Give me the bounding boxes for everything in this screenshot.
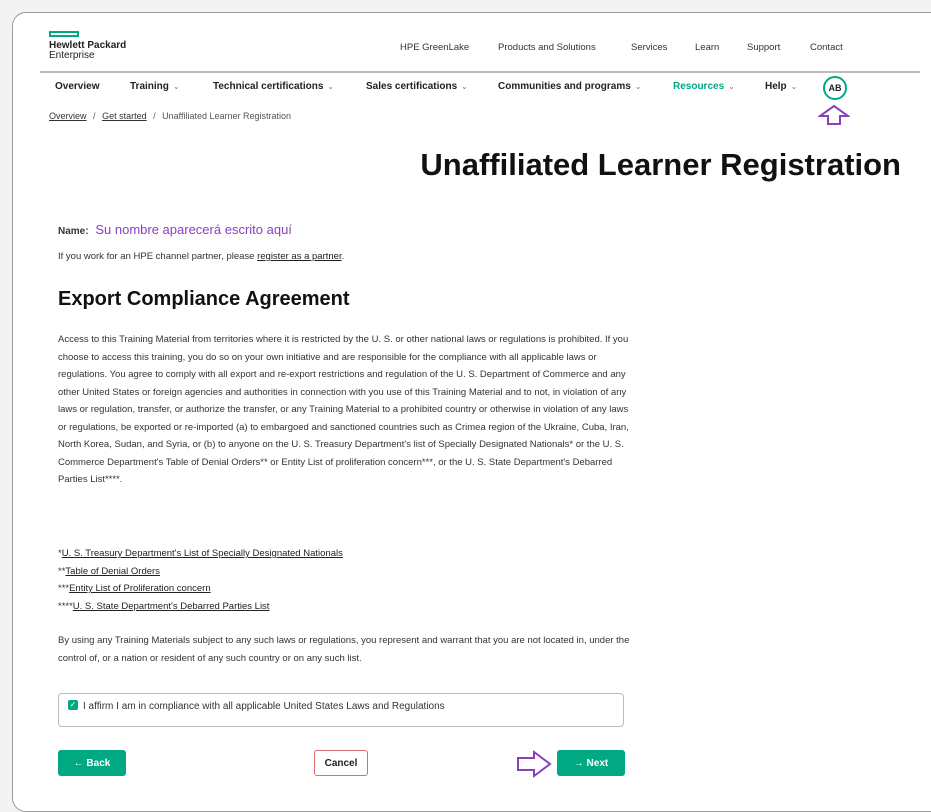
partner-note: If you work for an HPE channel partner, … [58,251,345,262]
link-denial-orders[interactable]: Table of Denial Orders [65,566,160,577]
section-title: Export Compliance Agreement [58,288,350,310]
compliance-paragraph: Access to this Training Material from te… [58,334,629,485]
chevron-down-icon: ⌄ [172,82,180,91]
hpe-logo-mark[interactable] [49,31,79,37]
nav-resources[interactable]: Resources ⌄ [673,81,735,92]
top-link-services[interactable]: Services [631,42,667,53]
breadcrumb: Overview / Get started / Unaffiliated Le… [49,111,292,121]
register-partner-link[interactable]: register as a partner [257,251,342,262]
annotation-right-arrow-icon [517,750,552,778]
cancel-button[interactable]: Cancel [314,750,368,776]
affirm-label[interactable]: I affirm I am in compliance with all app… [83,701,445,712]
chevron-down-icon: ⌄ [461,82,468,91]
annotation-up-arrow-icon [818,104,850,125]
back-button[interactable]: ← Back [58,750,126,776]
chevron-down-icon: ⌄ [790,82,798,91]
user-avatar[interactable]: AB [823,76,847,100]
chevron-down-icon: ⌄ [634,82,642,91]
nav-sales-certifications[interactable]: Sales certifications ⌄ [366,81,468,92]
top-link-products[interactable]: Products and Solutions [498,42,596,53]
logo-line2: Enterprise [49,50,95,61]
link-sdn-list[interactable]: U. S. Treasury Department's List of Spec… [62,548,343,559]
top-link-support[interactable]: Support [747,42,780,53]
top-link-contact[interactable]: Contact [810,42,843,53]
nav-communities-programs[interactable]: Communities and programs ⌄ [498,81,642,92]
top-link-greenlake[interactable]: HPE GreenLake [400,42,469,53]
header-divider [40,71,920,73]
warranty-paragraph: By using any Training Materials subject … [58,635,630,664]
affirm-checkbox[interactable]: ✓ [68,700,78,710]
name-label: Name: [58,226,89,237]
chevron-down-icon: ⌄ [327,82,335,91]
name-value: Su nombre aparecerá escrito aquí [95,222,292,237]
nav-training[interactable]: Training ⌄ [130,81,180,92]
top-link-learn[interactable]: Learn [695,42,719,53]
breadcrumb-get-started[interactable]: Get started [102,111,147,121]
nav-technical-certifications[interactable]: Technical certifications ⌄ [213,81,334,92]
reference-links: *U. S. Treasury Department's List of Spe… [58,548,343,612]
name-row: Name: Su nombre aparecerá escrito aquí [58,222,292,237]
hpe-logo-text[interactable]: Hewlett Packard Enterprise [49,41,126,61]
link-debarred-parties[interactable]: U. S. State Department's Debarred Partie… [73,601,270,612]
next-button[interactable]: → Next [557,750,625,776]
breadcrumb-overview[interactable]: Overview [49,111,87,121]
page-title: Unaffiliated Learner Registration [420,147,901,182]
nav-help[interactable]: Help ⌄ [765,81,797,92]
chevron-down-icon: ⌄ [728,82,735,91]
breadcrumb-current: Unaffiliated Learner Registration [162,111,292,121]
nav-overview[interactable]: Overview [55,81,99,92]
link-entity-list[interactable]: Entity List of Proliferation concern [69,583,211,594]
